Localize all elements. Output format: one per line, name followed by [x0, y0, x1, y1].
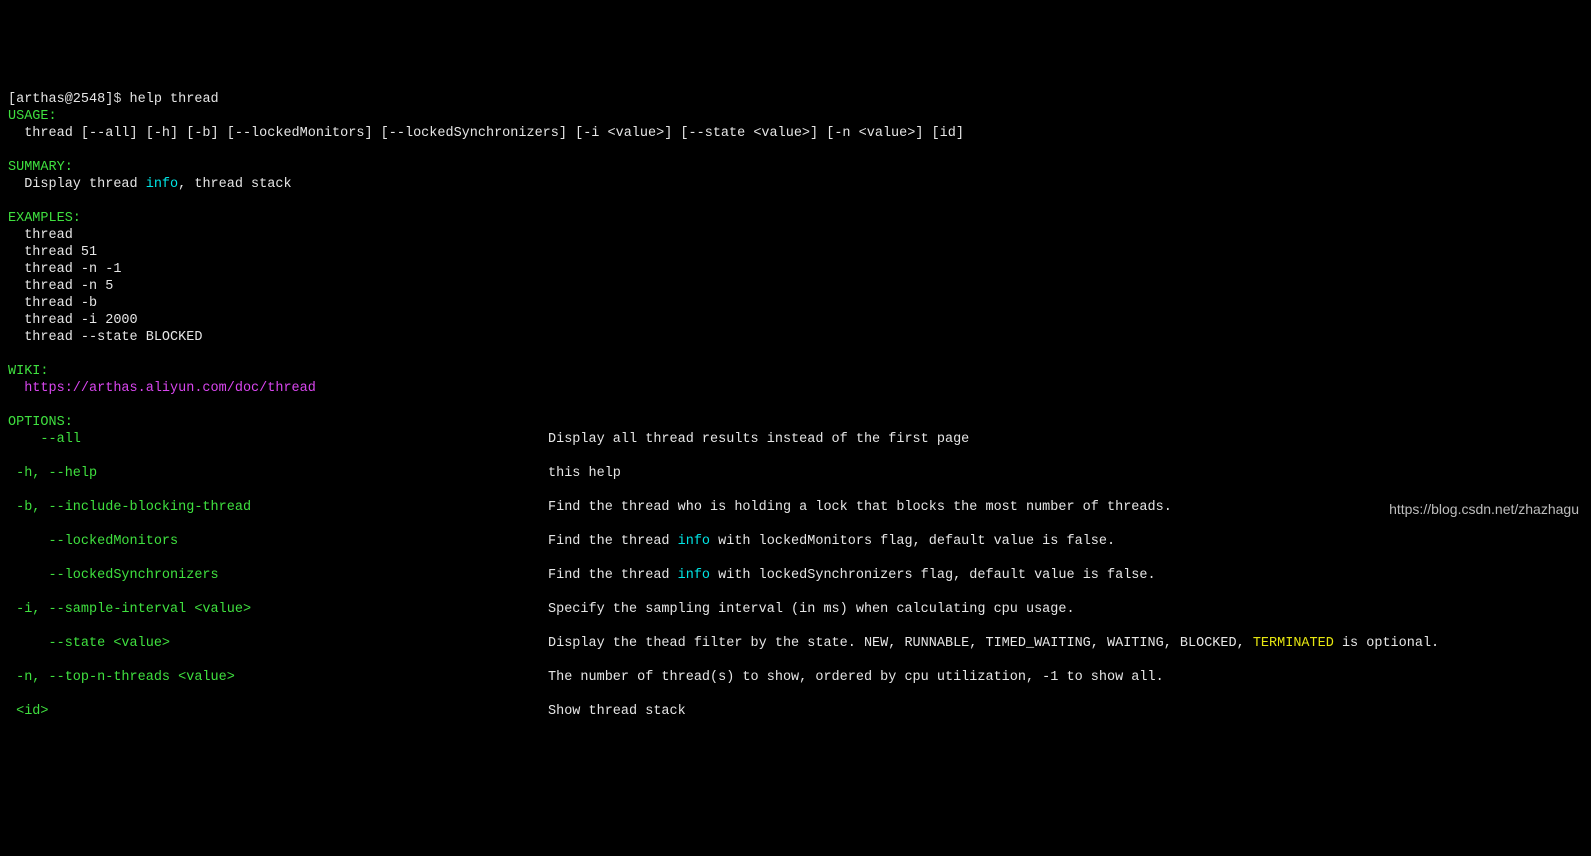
option-desc: Display all thread results instead of th… [548, 431, 1583, 448]
summary-body: Display thread info, thread stack [8, 177, 292, 192]
prompt: [arthas@2548] [8, 92, 113, 107]
option-desc: this help [548, 465, 1583, 482]
option-flag: --lockedSynchronizers [8, 567, 548, 584]
option-flag: <id> [8, 703, 548, 720]
option-flag: -i, --sample-interval <value> [8, 601, 548, 618]
info-keyword: info [678, 534, 710, 549]
example-line: thread -i 2000 [8, 313, 138, 328]
prompt-dollar: $ [113, 92, 129, 107]
usage-body: thread [--all] [-h] [-b] [--lockedMonito… [8, 126, 964, 141]
option-row: -b, --include-blocking-threadFind the th… [8, 499, 1583, 516]
option-row: --lockedSynchronizersFind the thread inf… [8, 567, 1583, 584]
option-flag: --state <value> [8, 635, 548, 652]
option-flag: -n, --top-n-threads <value> [8, 669, 548, 686]
info-keyword: info [678, 568, 710, 583]
prompt-line[interactable]: [arthas@2548]$ help thread [8, 92, 219, 107]
command-input[interactable]: help thread [130, 92, 219, 107]
option-desc: Find the thread info with lockedSynchron… [548, 567, 1583, 584]
option-desc: Show thread stack [548, 703, 1583, 720]
option-flag: -b, --include-blocking-thread [8, 499, 548, 516]
info-keyword: info [146, 177, 178, 192]
example-line: thread -n 5 [8, 279, 113, 294]
option-flag: --all [8, 431, 548, 448]
option-row: -n, --top-n-threads <value>The number of… [8, 669, 1583, 686]
option-desc: Find the thread info with lockedMonitors… [548, 533, 1583, 550]
wiki-url: https://arthas.aliyun.com/doc/thread [8, 381, 316, 396]
summary-header: SUMMARY: [8, 160, 73, 175]
option-row: --lockedMonitorsFind the thread info wit… [8, 533, 1583, 550]
option-row: -i, --sample-interval <value>Specify the… [8, 601, 1583, 618]
option-flag: -h, --help [8, 465, 548, 482]
example-line: thread -n -1 [8, 262, 121, 277]
examples-header: EXAMPLES: [8, 211, 81, 226]
terminal-output: [arthas@2548]$ help thread USAGE: thread… [8, 74, 1583, 737]
option-row: -h, --helpthis help [8, 465, 1583, 482]
option-desc: Specify the sampling interval (in ms) wh… [548, 601, 1583, 618]
watermark: https://blog.csdn.net/zhazhagu [1389, 501, 1579, 518]
wiki-header: WIKI: [8, 364, 49, 379]
usage-header: USAGE: [8, 109, 57, 124]
example-line: thread --state BLOCKED [8, 330, 202, 345]
example-line: thread -b [8, 296, 97, 311]
option-flag: --lockedMonitors [8, 533, 548, 550]
option-desc: Display the thead filter by the state. N… [548, 635, 1583, 652]
option-row: <id>Show thread stack [8, 703, 1583, 720]
option-row: --allDisplay all thread results instead … [8, 431, 1583, 448]
option-row: --state <value>Display the thead filter … [8, 635, 1583, 652]
terminated-keyword: TERMINATED [1253, 636, 1334, 651]
option-desc: The number of thread(s) to show, ordered… [548, 669, 1583, 686]
example-line: thread [8, 228, 73, 243]
example-line: thread 51 [8, 245, 97, 260]
options-header: OPTIONS: [8, 415, 73, 430]
